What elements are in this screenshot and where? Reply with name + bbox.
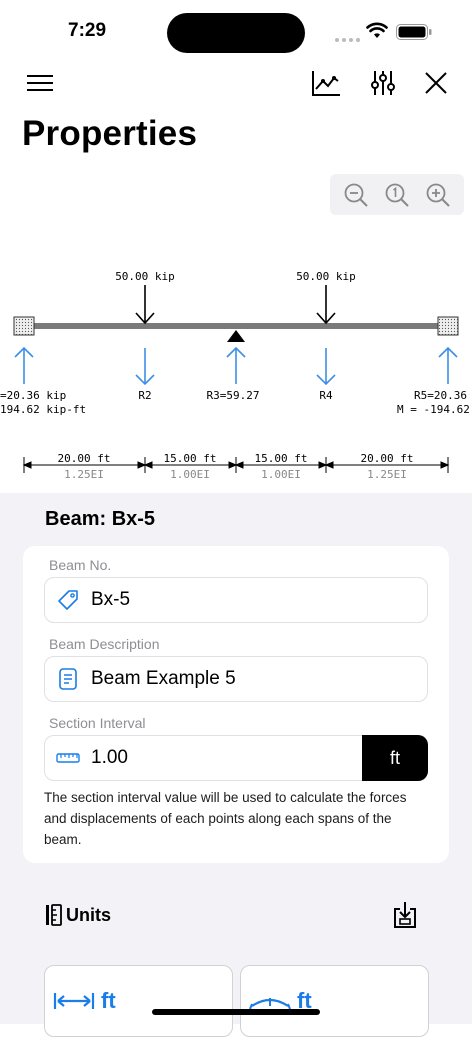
length-unit-card[interactable]: ft	[44, 965, 233, 1037]
deflection-unit-card[interactable]: ft	[240, 965, 429, 1037]
load-label-2: 50.00 kip	[296, 270, 356, 283]
beam-description-field[interactable]: Beam Example 5	[44, 656, 428, 702]
zoom-out-icon	[344, 183, 369, 207]
fixed-support-left	[13, 316, 35, 336]
reaction-r5-moment: M = -194.62 k	[397, 403, 472, 416]
section-interval-label: Section Interval	[49, 715, 146, 731]
page-title: Properties	[22, 114, 198, 153]
reaction-r5-label: R5=20.36 k	[414, 389, 472, 402]
import-units-button[interactable]	[388, 898, 422, 932]
beam-no-label: Beam No.	[49, 557, 112, 573]
settings-button[interactable]	[363, 66, 403, 100]
signal-icon	[334, 31, 360, 49]
hamburger-icon	[27, 75, 53, 91]
sliders-icon	[371, 71, 395, 95]
reaction-r2-label: R2	[138, 389, 151, 402]
length-icon	[53, 993, 95, 1009]
interval-unit-button[interactable]: ft	[362, 735, 428, 781]
units-icon	[44, 903, 64, 932]
menu-button[interactable]	[20, 66, 60, 100]
pin-support	[227, 330, 245, 342]
reaction-r1-label: =20.36 kip	[0, 389, 66, 402]
span-4-length: 20.00 ft	[361, 452, 414, 465]
length-unit-label: ft	[101, 988, 116, 1013]
section-interval-note: The section interval value will be used …	[44, 790, 407, 847]
chart-icon	[312, 71, 340, 96]
zoom-in-icon	[426, 183, 450, 207]
zoom-reset-button[interactable]	[379, 177, 415, 213]
beam-description-value: Beam Example 5	[91, 668, 236, 689]
span-1-stiffness: 1.25EI	[64, 468, 104, 481]
reaction-r1-moment: 194.62 kip-ft	[0, 403, 86, 416]
document-icon	[45, 667, 91, 691]
span-4-stiffness: 1.25EI	[367, 468, 407, 481]
close-icon	[425, 72, 447, 94]
beam-no-field[interactable]: Bx-5	[44, 577, 428, 623]
span-3-length: 15.00 ft	[255, 452, 308, 465]
beam-no-value: Bx-5	[91, 589, 131, 610]
reaction-arrow-r1	[14, 346, 34, 384]
section-interval-value: 1.00	[91, 747, 128, 768]
zoom-in-button[interactable]	[420, 177, 456, 213]
reaction-arrow-r5	[438, 346, 458, 384]
chart-button[interactable]	[306, 66, 346, 100]
status-time: 7:29	[68, 20, 107, 41]
span-3-stiffness: 1.00EI	[261, 468, 301, 481]
load-arrow-2	[316, 285, 336, 325]
reaction-r4-label: R4	[319, 389, 333, 402]
close-button[interactable]	[416, 66, 456, 100]
fixed-support-right	[437, 316, 459, 336]
units-title: Units	[66, 905, 111, 925]
tag-icon	[45, 588, 91, 612]
load-arrow-1	[135, 285, 155, 325]
reaction-arrow-r4	[316, 348, 336, 386]
reaction-r3-label: R3=59.27	[207, 389, 260, 402]
load-label-1: 50.00 kip	[115, 270, 175, 283]
beam-heading: Beam: Bx-5	[45, 508, 156, 530]
beam-diagram: 50.00 kip 50.00 kip =20.36 kip 194.62 ki…	[0, 270, 472, 481]
zoom-controls	[330, 174, 464, 215]
wifi-icon	[366, 22, 388, 45]
span-2-stiffness: 1.00EI	[170, 468, 210, 481]
reaction-arrow-r3	[226, 346, 246, 384]
span-1-length: 20.00 ft	[58, 452, 111, 465]
beam-line	[24, 323, 448, 329]
import-icon	[394, 902, 416, 928]
reaction-arrow-r2	[135, 348, 155, 386]
battery-icon	[396, 24, 432, 45]
home-indicator	[152, 1009, 320, 1015]
zoom-reset-icon	[385, 183, 409, 207]
zoom-out-button[interactable]	[338, 177, 374, 213]
span-2-length: 15.00 ft	[164, 452, 217, 465]
section-interval-field[interactable]: 1.00 ft	[44, 735, 428, 781]
beam-description-label: Beam Description	[49, 636, 160, 652]
dynamic-island	[167, 13, 305, 53]
ruler-icon	[45, 751, 91, 765]
